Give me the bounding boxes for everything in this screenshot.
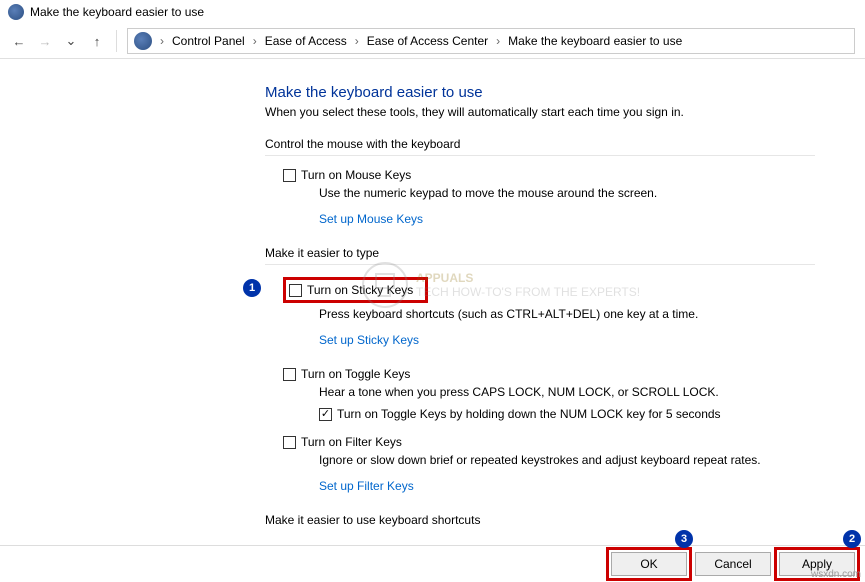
checkbox-row[interactable]: Turn on Toggle Keys by holding down the … (319, 407, 815, 421)
breadcrumb-item[interactable]: Ease of Access (265, 34, 347, 48)
breadcrumb-icon (134, 32, 152, 50)
option-desc: Use the numeric keypad to move the mouse… (319, 186, 815, 200)
page-title: Make the keyboard easier to use (265, 84, 815, 101)
option-mouse-keys: Turn on Mouse Keys Use the numeric keypa… (283, 168, 815, 238)
checkbox-sticky-keys[interactable] (289, 284, 302, 297)
breadcrumb-item[interactable]: Make the keyboard easier to use (508, 34, 682, 48)
option-desc: Hear a tone when you press CAPS LOCK, NU… (319, 385, 815, 399)
checkbox-toggle-keys[interactable] (283, 368, 296, 381)
chevron-right-icon[interactable]: › (156, 34, 168, 48)
checkbox-label: Turn on Toggle Keys by holding down the … (337, 407, 721, 421)
ok-button-wrap: 3 OK (611, 552, 687, 576)
up-icon[interactable]: ↑ (88, 32, 106, 50)
checkbox-row[interactable]: Turn on Toggle Keys (283, 367, 815, 381)
chevron-right-icon[interactable]: › (492, 34, 504, 48)
callout-2: 2 (843, 530, 861, 548)
checkbox-label: Turn on Sticky Keys (307, 283, 413, 297)
checkbox-label: Turn on Filter Keys (301, 435, 402, 449)
attribution: wsxdn.com (811, 569, 861, 580)
cancel-button[interactable]: Cancel (695, 552, 771, 576)
callout-3: 3 (675, 530, 693, 548)
option-desc: Press keyboard shortcuts (such as CTRL+A… (319, 307, 815, 321)
back-icon[interactable]: ← (10, 32, 28, 50)
link-setup-filter-keys[interactable]: Set up Filter Keys (319, 479, 414, 493)
callout-1: 1 (243, 279, 261, 297)
breadcrumb[interactable]: › Control Panel › Ease of Access › Ease … (127, 28, 855, 54)
chevron-right-icon[interactable]: › (249, 34, 261, 48)
title-bar: Make the keyboard easier to use (0, 0, 865, 24)
section-header: Make it easier to type (265, 246, 815, 265)
cancel-button-wrap: Cancel (695, 552, 771, 576)
checkbox-label: Turn on Mouse Keys (301, 168, 411, 182)
ok-button[interactable]: OK (611, 552, 687, 576)
forward-icon[interactable]: → (36, 32, 54, 50)
section-header: Control the mouse with the keyboard (265, 137, 815, 156)
chevron-right-icon[interactable]: › (351, 34, 363, 48)
navigation-bar: ← → ⌄ ↑ › Control Panel › Ease of Access… (0, 24, 865, 59)
option-desc: Ignore or slow down brief or repeated ke… (319, 453, 815, 467)
checkbox-numlock-hold[interactable] (319, 408, 332, 421)
recent-dropdown-icon[interactable]: ⌄ (62, 32, 80, 50)
breadcrumb-item[interactable]: Control Panel (172, 34, 245, 48)
highlight-sticky-keys: Turn on Sticky Keys (283, 277, 428, 303)
page-subtitle: When you select these tools, they will a… (265, 105, 815, 119)
checkbox-row[interactable]: Turn on Mouse Keys (283, 168, 815, 182)
section-header: Make it easier to use keyboard shortcuts (265, 513, 815, 531)
divider (116, 30, 117, 52)
option-filter-keys: Turn on Filter Keys Ignore or slow down … (283, 435, 815, 505)
checkbox-row[interactable]: Turn on Filter Keys (283, 435, 815, 449)
checkbox-label: Turn on Toggle Keys (301, 367, 410, 381)
window-icon (8, 4, 24, 20)
link-setup-sticky-keys[interactable]: Set up Sticky Keys (319, 333, 419, 347)
checkbox-filter-keys[interactable] (283, 436, 296, 449)
window-title: Make the keyboard easier to use (30, 5, 204, 19)
footer: 3 OK Cancel 2 Apply (0, 545, 865, 582)
option-sticky-keys: 1 Turn on Sticky Keys Press keyboard sho… (283, 277, 815, 359)
breadcrumb-item[interactable]: Ease of Access Center (367, 34, 488, 48)
option-toggle-keys: Turn on Toggle Keys Hear a tone when you… (283, 367, 815, 421)
checkbox-mouse-keys[interactable] (283, 169, 296, 182)
main-content: Make the keyboard easier to use When you… (0, 59, 865, 544)
link-setup-mouse-keys[interactable]: Set up Mouse Keys (319, 212, 423, 226)
